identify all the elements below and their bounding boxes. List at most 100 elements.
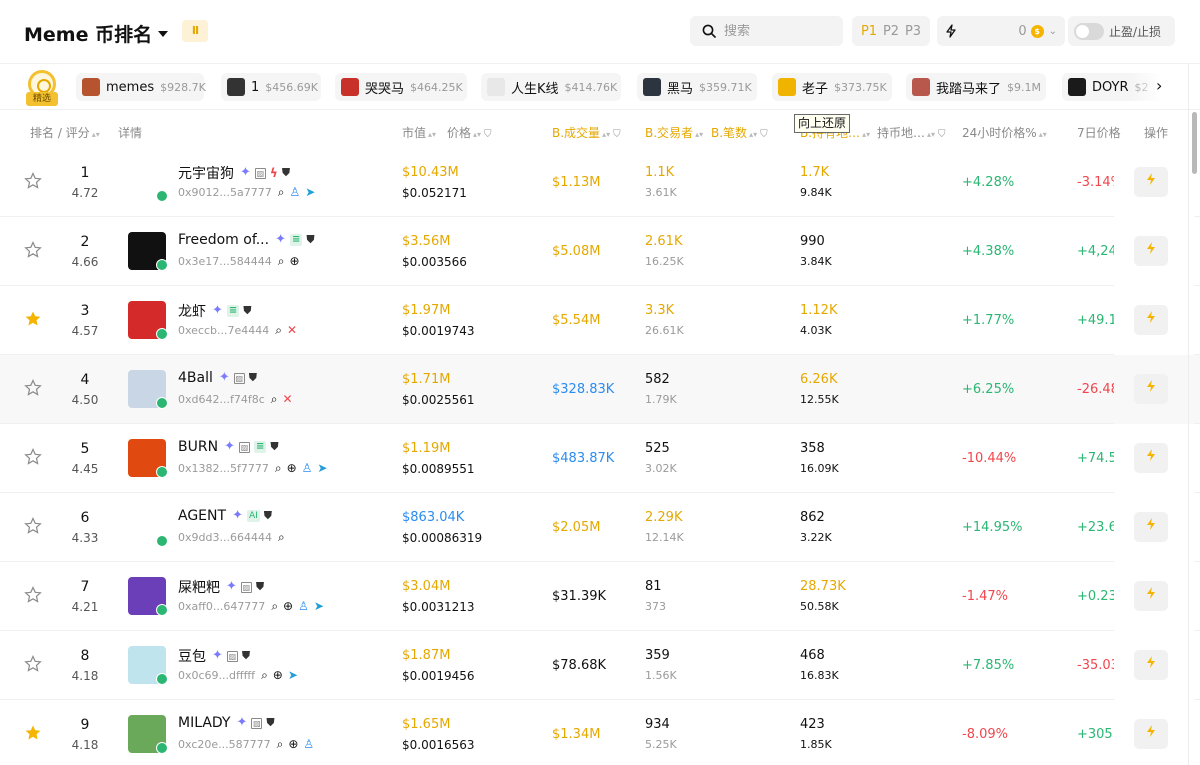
table-row[interactable]: 2 4.66 Freedom of... ✦ ≡ ⛊ 0x3e17...584444 ⌕ ⊕ $3… [0,217,1200,286]
token-address[interactable]: 0xc20e...587777 [178,738,271,751]
token-address[interactable]: 0xd642...f74f8c [178,393,265,406]
user-icon[interactable]: ♙ [302,461,313,475]
website-icon[interactable]: ⊕ [273,668,283,682]
token-address[interactable]: 0x3e17...584444 [178,255,272,268]
website-icon[interactable]: ⊕ [283,599,293,613]
telegram-icon[interactable]: ➤ [317,461,327,475]
table-row[interactable]: 9 4.18 MILADY ✦ ▨ ⛊ 0xc20e...587777 ⌕ ⊕ ♙ $1.65M $0… [0,700,1200,765]
search-icon[interactable]: ⌕ [278,185,285,199]
x-icon[interactable]: ✕ [287,323,297,337]
token-address[interactable]: 0x0c69...dfffff [178,669,255,682]
search-icon[interactable]: ⌕ [278,254,285,268]
website-icon[interactable]: ⊕ [287,461,297,475]
token-address[interactable]: 0xeccb...7e4444 [178,324,269,337]
ticker-chip[interactable]: 哭哭马 $464.25K [335,73,467,101]
search-icon[interactable]: ⌕ [261,668,268,682]
token-name[interactable]: 元宇宙狗 [178,163,234,183]
token-name[interactable]: MILADY [178,715,230,731]
preset-p3[interactable]: P3 [905,24,921,39]
table-row[interactable]: 3 4.57 龙虾 ✦ ≡ ⛊ 0xeccb...7e4444 ⌕ ✕ $1.97M $0.0019… [0,286,1200,355]
user-icon[interactable]: ♙ [298,599,309,613]
col-market-cap[interactable]: 市值 ▴▾ [402,124,436,141]
user-icon[interactable]: ♙ [289,185,300,199]
chevron-down-icon[interactable]: ⌄ [1049,26,1057,37]
ticker-chip[interactable]: memes $928.7K [76,73,206,101]
table-row[interactable]: 6 4.33 AGENT ✦ AI ⛊ 0x9dd3...664444 ⌕ $863.04K $0… [0,493,1200,562]
col-b-txns[interactable]: B.笔数 ▴▾ ⛉ [711,124,768,141]
website-icon[interactable]: ⊕ [288,737,298,751]
tp-sl-toggle[interactable]: 止盈/止损 [1068,16,1175,46]
favorite-star-icon[interactable] [24,448,42,466]
search-icon[interactable]: ⌕ [278,530,285,544]
col-b-traders[interactable]: B.交易者 ▴▾ [645,124,703,141]
search-icon[interactable]: ⌕ [271,599,278,613]
token-address[interactable]: 0xaff0...647777 [178,600,265,613]
col-rank-score[interactable]: 排名 / 评分 ▴▾ [30,124,100,141]
table-row[interactable]: 4 4.50 4Ball ✦ ▨ ⛊ 0xd642...f74f8c ⌕ ✕ $1.71M $0.0… [0,355,1200,424]
quick-buy-button[interactable] [1134,374,1168,404]
token-name[interactable]: AGENT [178,508,226,524]
favorite-star-icon[interactable] [24,379,42,397]
favorite-star-icon[interactable] [24,241,42,259]
favorite-star-icon[interactable] [24,517,42,535]
col-7d-change[interactable]: 7日价格 [1077,124,1121,141]
token-name[interactable]: BURN [178,439,218,455]
favorite-star-icon[interactable] [24,586,42,604]
table-row[interactable]: 7 4.21 屎粑粑 ✦ ▨ ⛊ 0xaff0...647777 ⌕ ⊕ ♙ ➤ $3.04M $0.0… [0,562,1200,631]
ticker-chip[interactable]: 1 $456.69K [221,73,321,101]
chevron-right-icon[interactable]: › [1156,76,1162,95]
tp-sl-switch[interactable] [1074,22,1104,40]
quick-buy-button[interactable] [1134,512,1168,542]
quick-buy-button[interactable] [1134,581,1168,611]
quick-buy-amount[interactable]: 0 $ ⌄ [937,16,1065,46]
table-row[interactable]: 5 4.45 BURN ✦ ▨ ≡ ⛊ 0x1382...5f7777 ⌕ ⊕ ♙ ➤ $1.19M $0… [0,424,1200,493]
website-icon[interactable]: ⊕ [290,254,300,268]
preset-p1[interactable]: P1 [861,24,877,39]
quick-buy-button[interactable] [1134,650,1168,680]
table-row[interactable]: 8 4.18 豆包 ✦ ▨ ⛊ 0x0c69...dfffff ⌕ ⊕ ➤ $1.87M $0.001… [0,631,1200,700]
telegram-icon[interactable]: ➤ [305,185,315,199]
token-name[interactable]: Freedom of... [178,232,269,248]
favorite-star-icon[interactable] [24,310,42,328]
col-b-volume[interactable]: B.成交量 ▴▾ ⛉ [552,124,621,141]
col-holders[interactable]: 持币地… ▴▾ ⛉ [877,124,946,141]
user-icon[interactable]: ♙ [303,737,314,751]
table-row[interactable]: 1 4.72 元宇宙狗 ✦ ▨ ϟ ⛊ 0x9012...5a7777 ⌕ ♙ ➤ $10.43M $0… [0,148,1200,217]
favorite-star-icon[interactable] [24,172,42,190]
search-icon[interactable]: ⌕ [275,323,282,337]
search-input[interactable] [724,23,824,39]
token-name[interactable]: 豆包 [178,646,206,666]
featured-badge[interactable]: 精选 [26,70,58,106]
search-icon[interactable]: ⌕ [275,461,282,475]
ticker-chip[interactable]: 老子 $373.75K [772,73,892,101]
token-address[interactable]: 0x9012...5a7777 [178,186,272,199]
ticker-chip[interactable]: 我踏马来了 $9.1M [906,73,1046,101]
pause-button[interactable]: II [182,20,208,42]
quick-buy-button[interactable] [1134,236,1168,266]
token-name[interactable]: 龙虾 [178,301,206,321]
ticker-chip[interactable]: 人生K线 $414.76K [481,73,621,101]
scrollbar[interactable] [1192,112,1197,174]
col-price[interactable]: 价格 ▴▾ ⛉ [447,124,492,141]
token-name[interactable]: 4Ball [178,370,213,386]
token-name[interactable]: 屎粑粑 [178,577,220,597]
quick-buy-button[interactable] [1134,719,1168,749]
telegram-icon[interactable]: ➤ [314,599,324,613]
x-icon[interactable]: ✕ [283,392,293,406]
ticker-chip[interactable]: 黑马 $359.71K [637,73,757,101]
traders-total: 16.25K [645,255,684,268]
token-address[interactable]: 0x1382...5f7777 [178,462,269,475]
quick-buy-button[interactable] [1134,167,1168,197]
token-address[interactable]: 0x9dd3...664444 [178,531,272,544]
quick-buy-button[interactable] [1134,443,1168,473]
telegram-icon[interactable]: ➤ [288,668,298,682]
favorite-star-icon[interactable] [24,724,42,742]
search-icon[interactable]: ⌕ [277,737,284,751]
search-icon[interactable]: ⌕ [271,392,278,406]
favorite-star-icon[interactable] [24,655,42,673]
preset-p2[interactable]: P2 [883,24,899,39]
col-24h-change[interactable]: 24小时价格% ▴▾ [962,124,1047,141]
quick-buy-button[interactable] [1134,305,1168,335]
search-box[interactable] [690,16,843,46]
page-title-dropdown[interactable]: Meme 币排名 [24,20,169,47]
